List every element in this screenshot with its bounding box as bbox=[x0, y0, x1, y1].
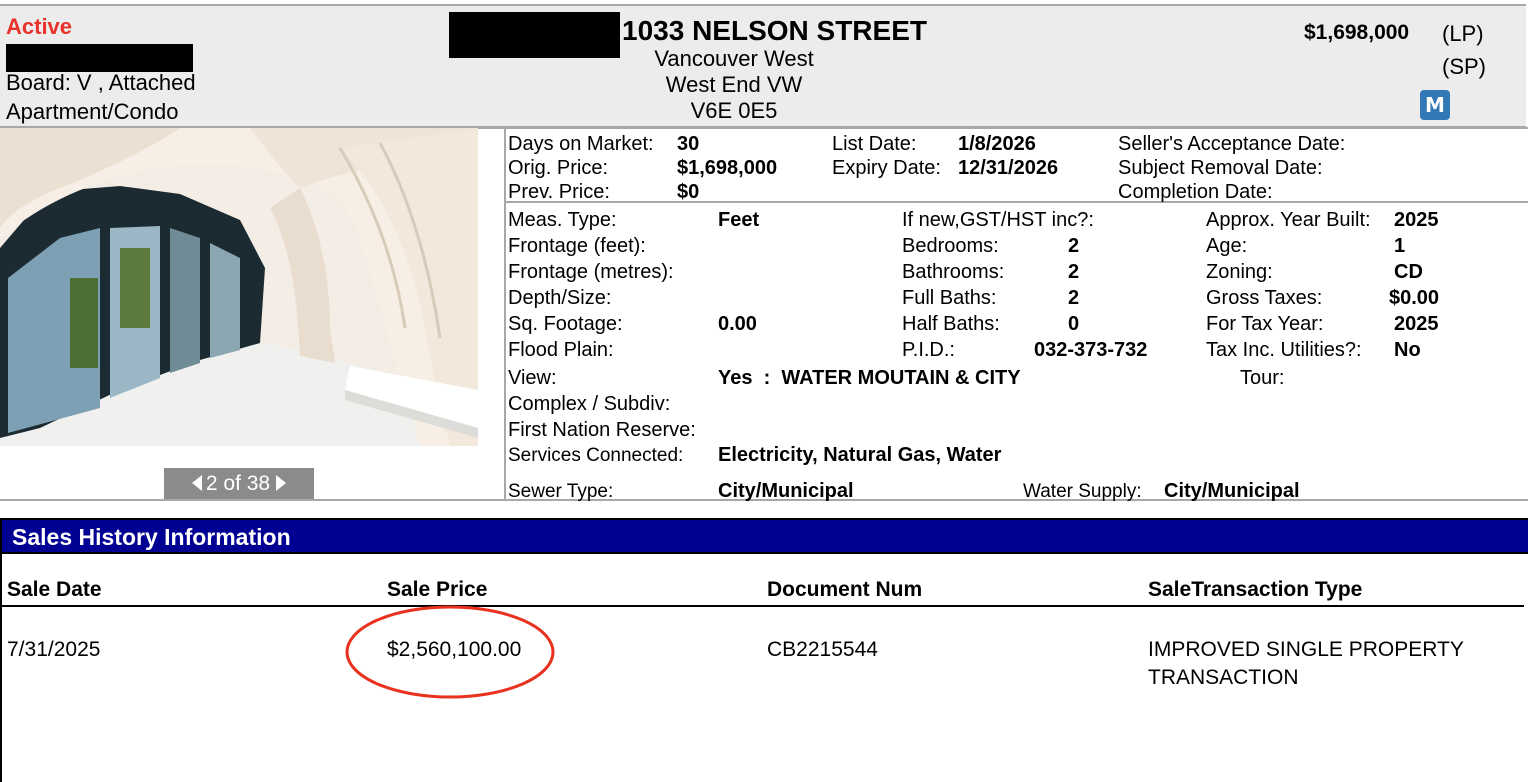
full-baths-label: Full Baths: bbox=[902, 287, 997, 309]
depth-size-label: Depth/Size: bbox=[508, 287, 612, 309]
prev-photo-icon[interactable] bbox=[191, 475, 202, 491]
postal-code: V6E 0E5 bbox=[690, 98, 778, 123]
sale-date-cell: 7/31/2025 bbox=[7, 638, 101, 661]
divider bbox=[0, 499, 504, 501]
gst-label: If new,GST/HST inc?: bbox=[902, 209, 1094, 231]
pid-value: 032-373-732 bbox=[1034, 339, 1148, 361]
tax-year-value: 2025 bbox=[1394, 313, 1439, 335]
zoning-value: CD bbox=[1394, 261, 1423, 283]
listing-header: Active Board: V , Attached Apartment/Con… bbox=[0, 4, 1526, 129]
tour-label[interactable]: Tour: bbox=[1240, 367, 1284, 390]
expiry-date-label: Expiry Date: bbox=[832, 157, 941, 179]
orig-price-value: $1,698,000 bbox=[677, 157, 778, 179]
property-type: Apartment/Condo bbox=[6, 99, 179, 124]
half-baths-value: 0 bbox=[1068, 313, 1080, 335]
year-built-value: 2025 bbox=[1394, 209, 1439, 231]
complex-label: Complex / Subdiv: bbox=[508, 393, 671, 415]
water-supply-value: City/Municipal bbox=[1164, 480, 1300, 502]
col-transaction-type: SaleTransaction Type bbox=[1148, 578, 1363, 601]
dom-value: 30 bbox=[677, 133, 700, 155]
redacted-block bbox=[449, 12, 620, 58]
next-photo-icon[interactable] bbox=[276, 475, 287, 491]
redacted-block bbox=[6, 44, 193, 72]
half-baths-label: Half Baths: bbox=[902, 313, 1000, 335]
tax-year-label: For Tax Year: bbox=[1206, 313, 1324, 335]
bedrooms-value: 2 bbox=[1068, 235, 1080, 257]
view-label: View: bbox=[508, 367, 557, 389]
table-header-rule bbox=[2, 605, 1524, 607]
tax-utilities-label: Tax Inc. Utilities?: bbox=[1206, 339, 1362, 361]
address-title: 1033 NELSON STREET bbox=[622, 15, 927, 46]
sq-footage-label: Sq. Footage: bbox=[508, 313, 623, 335]
area-name: Vancouver West bbox=[654, 46, 814, 71]
listing-details bbox=[504, 127, 1528, 499]
document-num-cell: CB2215544 bbox=[767, 638, 878, 661]
m-badge-icon[interactable]: M bbox=[1420, 90, 1450, 120]
photo-pager[interactable]: 2 of 38 bbox=[164, 468, 314, 499]
status-label: Active bbox=[6, 14, 73, 39]
pid-label: P.I.D.: bbox=[902, 339, 955, 361]
list-price: $1,698,000 bbox=[1304, 21, 1410, 44]
services-label: Services Connected: bbox=[508, 445, 684, 466]
tax-utilities-value: No bbox=[1394, 339, 1421, 361]
gross-taxes-label: Gross Taxes: bbox=[1206, 287, 1323, 309]
list-date-value: 1/8/2026 bbox=[958, 133, 1036, 155]
prev-price-label: Prev. Price: bbox=[508, 181, 610, 203]
view-value: Yes : WATER MOUTAIN & CITY bbox=[718, 367, 1021, 389]
year-built-label: Approx. Year Built: bbox=[1206, 209, 1371, 231]
dom-label: Days on Market: bbox=[508, 133, 654, 155]
list-price-tag: (LP) bbox=[1442, 21, 1484, 46]
frontage-metres-label: Frontage (metres): bbox=[508, 261, 674, 283]
frontage-feet-label: Frontage (feet): bbox=[508, 235, 646, 257]
transaction-type-line2: TRANSACTION bbox=[1148, 666, 1299, 689]
first-nation-label: First Nation Reserve: bbox=[508, 419, 696, 441]
sold-price-tag: (SP) bbox=[1442, 54, 1486, 79]
divider bbox=[504, 127, 1528, 129]
sewer-type-value: City/Municipal bbox=[718, 480, 854, 502]
age-label: Age: bbox=[1206, 235, 1248, 257]
subarea-name: West End VW bbox=[665, 72, 803, 97]
board-type: Board: V , Attached bbox=[6, 70, 196, 95]
sales-history-header: Sales History Information bbox=[2, 518, 1528, 554]
services-value: Electricity, Natural Gas, Water bbox=[718, 444, 1002, 466]
bathrooms-label: Bathrooms: bbox=[902, 261, 1005, 283]
transaction-type-line1: IMPROVED SINGLE PROPERTY bbox=[1148, 638, 1464, 661]
acceptance-date-label: Seller's Acceptance Date: bbox=[1118, 133, 1346, 155]
divider bbox=[504, 201, 1528, 203]
col-document-num: Document Num bbox=[767, 578, 923, 601]
flood-plain-label: Flood Plain: bbox=[508, 339, 614, 361]
sewer-type-label: Sewer Type: bbox=[508, 481, 614, 502]
expiry-date-value: 12/31/2026 bbox=[958, 157, 1059, 179]
water-supply-label: Water Supply: bbox=[1023, 481, 1142, 502]
gross-taxes-value: $0.00 bbox=[1389, 287, 1440, 309]
sq-footage-value: 0.00 bbox=[718, 313, 757, 335]
zoning-label: Zoning: bbox=[1206, 261, 1273, 283]
age-value: 1 bbox=[1394, 235, 1406, 257]
section-border bbox=[0, 518, 2, 782]
orig-price-label: Orig. Price: bbox=[508, 157, 609, 179]
bathrooms-value: 2 bbox=[1068, 261, 1080, 283]
col-sale-price: Sale Price bbox=[387, 578, 488, 601]
sales-history-title: Sales History Information bbox=[12, 524, 291, 550]
divider bbox=[504, 499, 1528, 501]
full-baths-value: 2 bbox=[1068, 287, 1080, 309]
listing-photo[interactable] bbox=[0, 128, 478, 446]
col-sale-date: Sale Date bbox=[7, 578, 102, 601]
meas-type-value: Feet bbox=[718, 209, 760, 231]
bedrooms-label: Bedrooms: bbox=[902, 235, 999, 257]
meas-type-label: Meas. Type: bbox=[508, 209, 617, 231]
photo-counter: 2 of 38 bbox=[205, 472, 271, 495]
highlight-circle-annotation bbox=[345, 605, 555, 699]
completion-date-label: Completion Date: bbox=[1118, 181, 1273, 203]
list-date-label: List Date: bbox=[832, 133, 917, 155]
prev-price-value: $0 bbox=[677, 181, 700, 203]
subject-removal-label: Subject Removal Date: bbox=[1118, 157, 1323, 179]
